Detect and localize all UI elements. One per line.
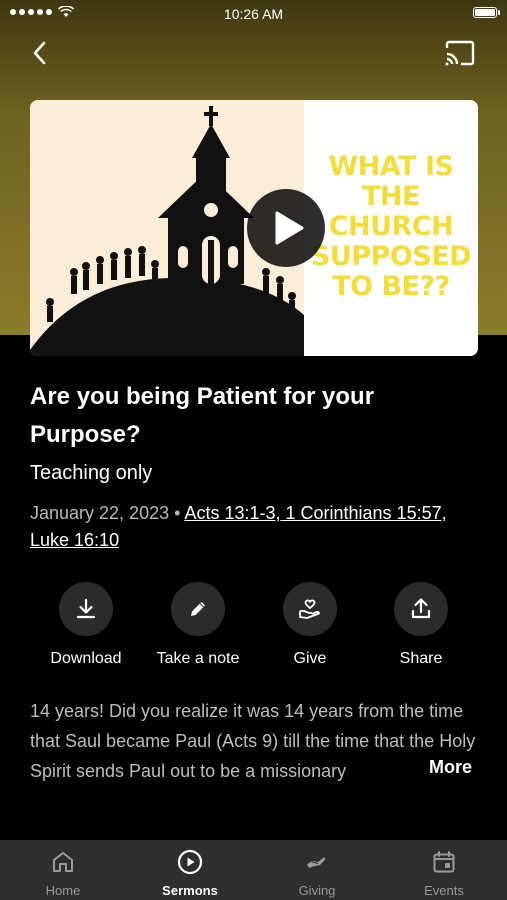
artwork-text-line: THE	[362, 181, 420, 212]
cast-button[interactable]	[444, 40, 476, 66]
take-note-label: Take a note	[156, 650, 240, 667]
meta-separator: •	[174, 503, 181, 523]
sermon-subtitle: Teaching only	[30, 462, 153, 484]
take-note-circle	[171, 582, 225, 636]
give-hand-heart-icon	[299, 599, 320, 619]
download-label: Download	[50, 650, 122, 667]
share-button[interactable]: Share	[365, 582, 477, 668]
take-note-button[interactable]: Take a note	[142, 582, 254, 668]
battery-fill	[475, 9, 495, 16]
give-circle	[283, 582, 337, 636]
share-icon	[411, 598, 431, 619]
chevron-left-icon	[33, 41, 46, 65]
sermon-date: January 22, 2023	[30, 503, 170, 523]
artwork-text-line: WHAT IS	[328, 151, 455, 182]
more-button[interactable]: More	[429, 757, 472, 778]
share-circle	[394, 582, 448, 636]
giving-hand-icon	[307, 857, 326, 868]
tab-bar: Home Sermons Giving Events	[0, 840, 507, 900]
tab-giving-label: Giving	[298, 883, 336, 898]
artwork-text-line: TO BE??	[332, 271, 450, 302]
tab-home-label: Home	[45, 883, 81, 898]
tab-sermons-label: Sermons	[162, 883, 218, 898]
tab-home[interactable]: Home	[0, 840, 126, 900]
status-time: 10:26 AM	[223, 6, 284, 22]
artwork-text-line: CHURCH	[328, 211, 454, 242]
artwork-text: WHAT IS THE CHURCH SUPPOSED TO BE??	[304, 152, 478, 302]
back-button[interactable]	[26, 38, 56, 68]
cast-icon	[445, 40, 475, 66]
download-circle	[59, 582, 113, 636]
battery-icon	[473, 7, 500, 18]
tab-sermons[interactable]: Sermons	[127, 840, 253, 900]
calendar-icon	[433, 851, 455, 873]
action-row: Download Take a note Give Share	[0, 582, 507, 672]
give-label: Give	[293, 650, 327, 667]
artwork-text-line: SUPPOSED	[310, 241, 472, 272]
status-bar: 10:26 AM	[0, 0, 507, 28]
tab-events-label: Events	[424, 883, 464, 898]
download-icon	[76, 598, 96, 619]
home-icon	[53, 852, 73, 872]
share-label: Share	[399, 650, 443, 667]
give-button[interactable]: Give	[254, 582, 366, 668]
download-button[interactable]: Download	[30, 582, 142, 668]
sermon-meta: January 22, 2023 • Acts 13:1-3, 1 Corint…	[30, 500, 470, 554]
play-circle-icon	[177, 849, 203, 875]
sermon-artwork[interactable]: WHAT IS THE CHURCH SUPPOSED TO BE??	[30, 100, 478, 356]
play-icon	[275, 211, 304, 245]
tab-events[interactable]: Events	[381, 840, 507, 900]
pencil-icon	[191, 602, 205, 616]
tab-giving[interactable]: Giving	[254, 840, 380, 900]
sermon-title: Are you being Patient for your Purpose?	[30, 383, 375, 448]
play-button[interactable]	[247, 189, 325, 267]
